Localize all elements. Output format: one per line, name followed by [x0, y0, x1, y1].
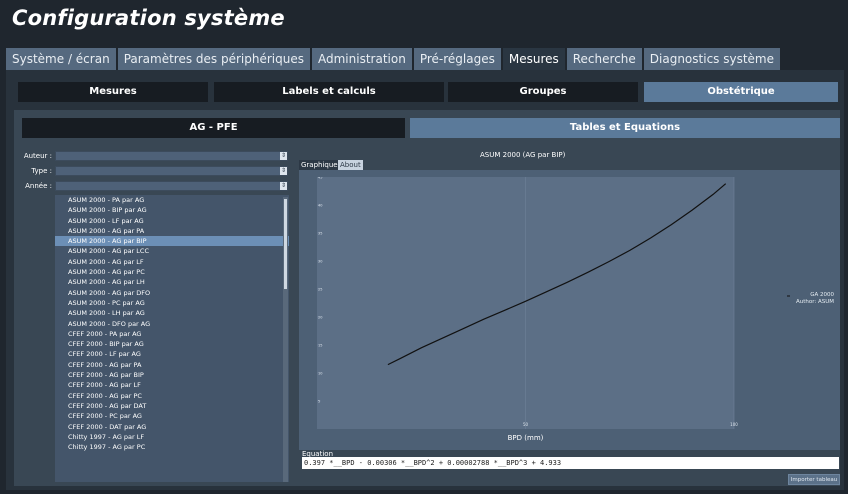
x-axis-label: BPD (mm)	[508, 434, 544, 442]
list-item[interactable]: ASUM 2000 - LF par AG	[55, 216, 289, 226]
y-tick-label: 45	[318, 177, 322, 180]
list-item[interactable]: Chitty 1997 - AG par LF	[55, 432, 289, 442]
list-item[interactable]: ASUM 2000 - AG par BIP	[55, 236, 289, 247]
list-item[interactable]: ASUM 2000 - LH par AG	[55, 308, 289, 318]
list-item[interactable]: CFEF 2000 - BIP par AG	[55, 339, 289, 349]
list-item[interactable]: ASUM 2000 - AG par LCC	[55, 246, 289, 256]
type-select[interactable]: ⇕	[55, 166, 288, 176]
author-label: Auteur :	[23, 152, 52, 160]
list-item[interactable]: ASUM 2000 - AG par LH	[55, 277, 289, 287]
list-item[interactable]: ASUM 2000 - PC par AG	[55, 298, 289, 308]
list-item[interactable]: ASUM 2000 - AG par LF	[55, 257, 289, 267]
y-tick-label: 20	[318, 316, 322, 320]
author-select[interactable]: ⇕	[55, 151, 288, 161]
ga-chart: 5010051015202530354045BPD (mm)GA (week)G…	[317, 177, 834, 442]
chevron-down-icon: ⇕	[280, 182, 287, 190]
list-item[interactable]: ASUM 2000 - AG par PA	[55, 226, 289, 236]
y-tick-label: 40	[318, 204, 322, 208]
subtab-obstetrique[interactable]: Obstétrique	[644, 82, 838, 102]
y-tick-label: 30	[318, 260, 322, 264]
y-tick-label: 15	[318, 344, 322, 348]
chevron-down-icon: ⇕	[280, 152, 287, 160]
list-item[interactable]: ASUM 2000 - AG par DFO	[55, 288, 289, 298]
y-tick-label: 35	[318, 232, 322, 236]
series-line	[387, 183, 727, 366]
main-tabbar: Système / écran Paramètres des périphéri…	[6, 48, 782, 70]
legend-author: Author: ASUM	[796, 299, 834, 305]
list-item[interactable]: CFEF 2000 - AG par BIP	[55, 370, 289, 380]
list-item[interactable]: CFEF 2000 - AG par PC	[55, 391, 289, 401]
page-title: Configuration système	[12, 6, 285, 30]
subtab-labels-calculs[interactable]: Labels et calculs	[214, 82, 444, 102]
tab-about[interactable]: About	[338, 160, 363, 170]
list-item[interactable]: ASUM 2000 - BIP par AG	[55, 205, 289, 215]
tab-systeme-ecran[interactable]: Système / écran	[6, 48, 116, 70]
table-list[interactable]: ASUM 2000 - PA par AG ASUM 2000 - BIP par…	[55, 195, 289, 482]
list-item[interactable]: ASUM 2000 - AG par PC	[55, 267, 289, 277]
legend-entry: GA 2000	[810, 292, 834, 298]
list-item[interactable]: CFEF 2000 - DAT par AG	[55, 422, 289, 432]
y-tick-label: 25	[318, 288, 322, 292]
tab-diagnostics-systeme[interactable]: Diagnostics système	[643, 48, 780, 70]
list-item[interactable]: CFEF 2000 - LF par AG	[55, 349, 289, 359]
list-item[interactable]: CFEF 2000 - PA par AG	[55, 329, 289, 339]
chevron-down-icon: ⇕	[280, 167, 287, 175]
list-item[interactable]: CFEF 2000 - AG par PA	[55, 360, 289, 370]
measurement-subtabs: Mesures Labels et calculs Groupes Obstét…	[18, 82, 838, 102]
x-tick-label: 100	[730, 422, 738, 427]
tab-tables-equations[interactable]: Tables et Equations	[410, 118, 840, 138]
type-label: Type :	[31, 167, 52, 175]
tab-administration[interactable]: Administration	[312, 48, 412, 70]
graph-title: ASUM 2000 (AG par BIP)	[480, 151, 566, 159]
subtab-groupes[interactable]: Groupes	[448, 82, 638, 102]
list-item[interactable]: ASUM 2000 - DFO par AG	[55, 319, 289, 329]
list-item[interactable]: ASUM 2000 - PA par AG	[55, 195, 289, 205]
list-item[interactable]: Chitty 1997 - AG par PC	[55, 442, 289, 452]
x-tick-label: 50	[523, 422, 529, 427]
list-item[interactable]: CFEF 2000 - AG par DAT	[55, 401, 289, 411]
year-label: Année :	[25, 182, 52, 190]
tab-recherche[interactable]: Recherche	[566, 48, 642, 70]
tab-peripheriques[interactable]: Paramètres des périphériques	[117, 48, 310, 70]
equation-field[interactable]: 0.397 *__BPD - 0.00306 *__BPD^2 + 0.0000…	[302, 457, 839, 469]
subtab-mesures[interactable]: Mesures	[18, 82, 208, 102]
year-select[interactable]: ⇕	[55, 181, 288, 191]
tab-pre-reglages[interactable]: Pré-réglages	[413, 48, 501, 70]
list-scrollbar-thumb[interactable]	[284, 199, 287, 289]
y-tick-label: 10	[318, 372, 322, 376]
list-item[interactable]: CFEF 2000 - AG par LF	[55, 380, 289, 390]
tab-graphique[interactable]: Graphique	[299, 160, 340, 170]
list-item[interactable]: CFEF 2000 - PC par AG	[55, 411, 289, 421]
tab-mesures[interactable]: Mesures	[502, 48, 565, 70]
y-tick-label: 5	[318, 400, 320, 404]
import-table-button[interactable]: Importer tableau	[788, 474, 840, 485]
tab-ag-pfe[interactable]: AG - PFE	[22, 118, 405, 138]
